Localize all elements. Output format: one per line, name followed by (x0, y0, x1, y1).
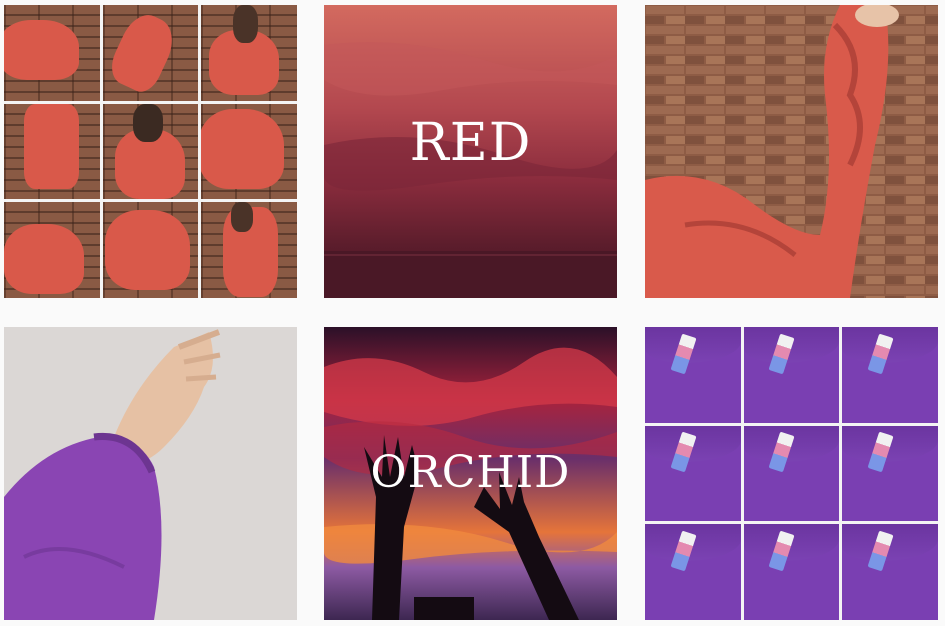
orchid-sunset-hands-image (324, 327, 617, 620)
collage-tile (102, 103, 199, 200)
collage-tile (743, 327, 840, 423)
collage-tile (201, 202, 297, 298)
grid-post-orchid-tag-collage[interactable] (645, 327, 938, 620)
collage-tile (842, 425, 938, 522)
grid-post-orchid-sky[interactable]: ORCHID (324, 327, 617, 620)
collage-tile (102, 202, 199, 298)
collage-grid (4, 5, 297, 298)
collage-tile (201, 5, 297, 101)
collage-grid (645, 327, 938, 620)
sweater-brick-image (645, 5, 938, 298)
collage-tile (102, 5, 199, 101)
collage-tile (4, 202, 100, 298)
collage-tile (645, 524, 741, 620)
collage-tile (842, 524, 938, 620)
collage-tile (645, 425, 741, 522)
collage-tile (201, 103, 297, 200)
collage-tile (743, 524, 840, 620)
collage-tile (842, 327, 938, 423)
sunset-sea-image (324, 5, 617, 298)
collage-tile (4, 103, 100, 200)
grid-post-red-sweater-collage[interactable] (4, 5, 297, 298)
collage-tile (4, 5, 100, 101)
collage-tile (743, 425, 840, 522)
grid-post-red-sweater-arm[interactable] (645, 5, 938, 298)
instagram-profile-grid: RED ORCHID (0, 0, 945, 626)
grid-post-orchid-sleeve[interactable] (4, 327, 297, 620)
collage-tile (645, 327, 741, 423)
grid-post-red-sky[interactable]: RED (324, 5, 617, 298)
orchid-sleeve-image (4, 327, 297, 620)
